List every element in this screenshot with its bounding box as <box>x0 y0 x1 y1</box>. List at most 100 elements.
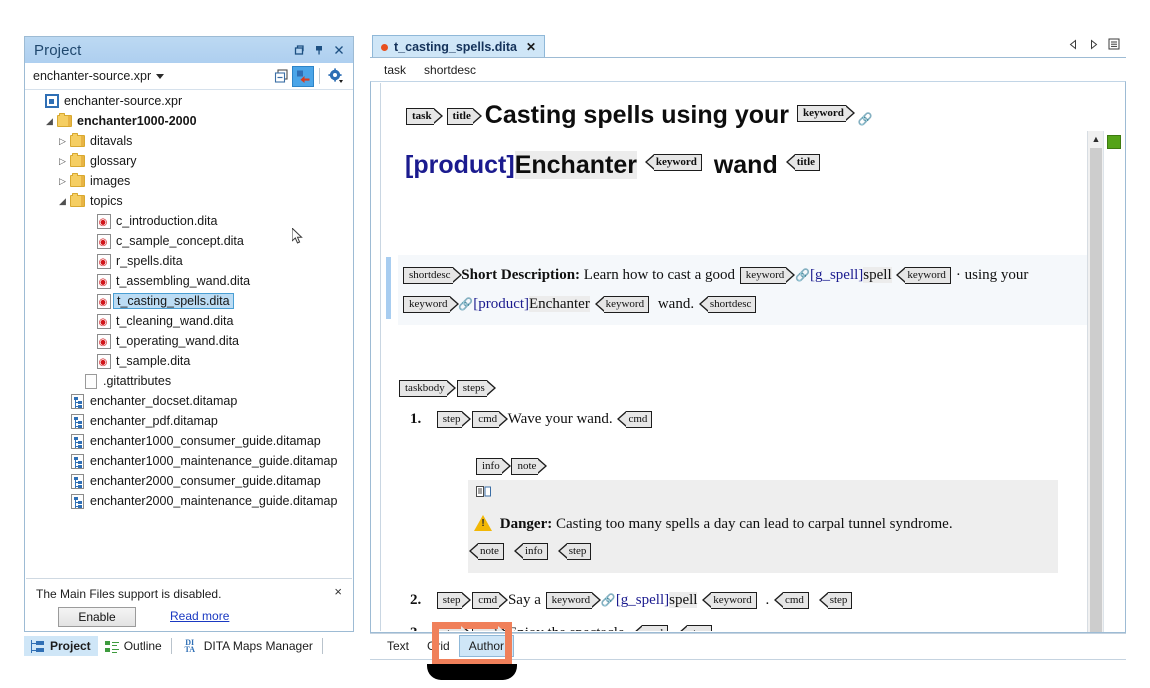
project-tree[interactable]: enchanter-source.xpr◢enchanter1000-2000▷… <box>26 91 352 611</box>
tree-item-r-spells-dita[interactable]: ◉r_spells.dita <box>26 251 352 271</box>
note-label: Danger: <box>500 516 553 532</box>
tag-close-keyword-step2[interactable]: keyword <box>711 592 757 609</box>
tag-open-shortdesc[interactable]: shortdesc <box>403 267 453 284</box>
tag-close-title[interactable]: title <box>795 154 820 171</box>
tag-close-cmd-1[interactable]: cmd <box>626 411 652 428</box>
tag-close-info[interactable]: info <box>523 543 548 560</box>
tree-item-enchanter1000-maintenance-guide-ditamap[interactable]: enchanter1000_maintenance_guide.ditamap <box>26 451 352 471</box>
twisty-expanded-icon[interactable]: ◢ <box>56 196 69 207</box>
tree-item-t-sample-dita[interactable]: ◉t_sample.dita <box>26 351 352 371</box>
tag-open-keyword-sd-1[interactable]: keyword <box>740 267 787 284</box>
document-tab-t-casting-spells[interactable]: t_casting_spells.dita ✕ <box>372 35 545 58</box>
read-more-link[interactable]: Read more <box>170 609 229 623</box>
tag-open-info[interactable]: info <box>476 458 502 475</box>
notice-close-icon[interactable]: × <box>334 584 342 599</box>
tag-close-step-2[interactable]: step <box>828 592 853 609</box>
author-canvas[interactable]: task title Casting spells using your key… <box>372 83 1096 631</box>
settings-gear-icon[interactable] <box>325 66 347 87</box>
breadcrumb-item-shortdesc[interactable]: shortdesc <box>424 63 476 77</box>
tag-open-task[interactable]: task <box>406 108 434 125</box>
tree-item-glossary[interactable]: ▷glossary <box>26 151 352 171</box>
view-tab-project[interactable]: Project <box>24 636 98 656</box>
tag-close-cmd-3[interactable]: cmd <box>642 625 668 631</box>
tag-open-cmd-3[interactable]: cmd <box>472 625 499 631</box>
tag-close-keyword-title[interactable]: keyword <box>654 154 702 171</box>
tag-open-step-3[interactable]: step <box>437 625 463 631</box>
tree-item-t-cleaning-wand-dita[interactable]: ◉t_cleaning_wand.dita <box>26 311 352 331</box>
tag-open-cmd-2[interactable]: cmd <box>472 592 499 609</box>
view-tab-outline[interactable]: Outline <box>98 636 169 656</box>
tag-open-taskbody[interactable]: taskbody <box>399 380 447 397</box>
tag-open-keyword-sd-2[interactable]: keyword <box>403 296 450 313</box>
editor-tab-text[interactable]: Text <box>378 636 418 656</box>
author-vertical-scrollbar[interactable]: ▲ ▼ <box>1087 131 1104 633</box>
tag-close-cmd-2[interactable]: cmd <box>783 592 809 609</box>
tag-open-keyword-title[interactable]: keyword <box>797 105 846 122</box>
tag-open-step-2[interactable]: step <box>437 592 463 609</box>
tree-item-t-casting-spells-dita[interactable]: ◉t_casting_spells.dita <box>26 291 352 311</box>
previous-tab-icon[interactable] <box>1068 37 1079 55</box>
enable-main-files-button[interactable]: Enable <box>58 607 136 627</box>
breadcrumb-item-task[interactable]: task <box>384 63 406 77</box>
tag-close-keyword-sd-2[interactable]: keyword <box>604 296 650 313</box>
project-selector-combo[interactable]: enchanter-source.xpr <box>33 69 270 83</box>
tag-open-step-1[interactable]: step <box>437 411 463 428</box>
tree-item-ditavals[interactable]: ▷ditavals <box>26 131 352 151</box>
tag-close-step-1[interactable]: step <box>567 543 592 560</box>
step-3[interactable]: 3. step cmd Enjoy the spectacle. cmd ste… <box>410 625 717 631</box>
tree-item-enchanter1000-2000[interactable]: ◢enchanter1000-2000 <box>26 111 352 131</box>
tree-item--gitattributes[interactable]: .gitattributes <box>26 371 352 391</box>
tag-open-title[interactable]: title <box>447 108 473 125</box>
tree-item-t-operating-wand-dita[interactable]: ◉t_operating_wand.dita <box>26 331 352 351</box>
note-block[interactable]: Danger: Casting too many spells a day ca… <box>468 480 1058 573</box>
tab-close-icon[interactable]: ✕ <box>526 40 536 54</box>
main-files-notice: The Main Files support is disabled. × En… <box>26 578 352 630</box>
next-tab-icon[interactable] <box>1088 37 1099 55</box>
validation-status-badge[interactable] <box>1107 135 1121 149</box>
step-1[interactable]: 1. step cmd Wave your wand. cmd <box>410 411 657 428</box>
scroll-up-arrow-icon[interactable]: ▲ <box>1088 131 1104 147</box>
keyref-link-icon-sd-1[interactable]: 🔗 <box>795 268 810 282</box>
keyref-link-icon[interactable]: 🔗 <box>858 112 873 126</box>
tag-close-shortdesc[interactable]: shortdesc <box>708 296 757 313</box>
collapse-all-icon[interactable] <box>270 66 292 87</box>
tree-item-enchanter1000-consumer-guide-ditamap[interactable]: enchanter1000_consumer_guide.ditamap <box>26 431 352 451</box>
twisty-expanded-icon[interactable]: ◢ <box>43 116 56 127</box>
tree-item-topics[interactable]: ◢topics <box>26 191 352 211</box>
keyref-link-icon-sd-2[interactable]: 🔗 <box>458 297 473 311</box>
tree-item-enchanter-docset-ditamap[interactable]: enchanter_docset.ditamap <box>26 391 352 411</box>
tree-item-enchanter-source-xpr[interactable]: enchanter-source.xpr <box>26 91 352 111</box>
tag-close-note[interactable]: note <box>478 543 504 560</box>
keyref-link-icon-step2[interactable]: 🔗 <box>601 593 616 607</box>
tree-item-images[interactable]: ▷images <box>26 171 352 191</box>
twisty-collapsed-icon[interactable]: ▷ <box>56 176 69 187</box>
editor-tab-author[interactable]: Author <box>459 635 514 657</box>
insert-image-icon[interactable] <box>476 485 491 503</box>
pin-icon[interactable] <box>309 40 329 60</box>
twisty-collapsed-icon[interactable]: ▷ <box>56 156 69 167</box>
tag-open-note[interactable]: note <box>511 458 538 475</box>
author-view[interactable]: task title Casting spells using your key… <box>370 81 1126 633</box>
tag-open-cmd-1[interactable]: cmd <box>472 411 499 428</box>
tag-open-steps[interactable]: steps <box>457 380 487 397</box>
tag-open-keyword-step2[interactable]: keyword <box>546 592 593 609</box>
editor-tab-grid[interactable]: Grid <box>418 636 459 656</box>
restore-icon[interactable] <box>289 40 309 60</box>
link-with-editor-icon[interactable] <box>292 66 314 87</box>
tab-list-icon[interactable] <box>1108 37 1120 55</box>
step-2[interactable]: 2. step cmd Say a keyword 🔗[g_spell]spel… <box>410 592 857 609</box>
tag-close-keyword-sd-1[interactable]: keyword <box>905 267 951 284</box>
tree-item-enchanter2000-consumer-guide-ditamap[interactable]: enchanter2000_consumer_guide.ditamap <box>26 471 352 491</box>
view-tab-dita-maps-manager[interactable]: DITA DITA Maps Manager <box>174 636 320 656</box>
tree-item-t-assembling-wand-dita[interactable]: ◉t_assembling_wand.dita <box>26 271 352 291</box>
close-icon[interactable] <box>329 40 349 60</box>
shortdesc-keyword-text-2: Enchanter <box>529 296 590 312</box>
validation-strip[interactable]: ✖ ▲ ▼ <box>1103 131 1125 633</box>
tag-close-step-3[interactable]: step <box>687 625 712 631</box>
tree-item-enchanter-pdf-ditamap[interactable]: enchanter_pdf.ditamap <box>26 411 352 431</box>
twisty-collapsed-icon[interactable]: ▷ <box>56 136 69 147</box>
left-view-tabs: Project Outline DITA DITA Maps Manager <box>24 634 354 658</box>
shortdesc-block[interactable]: shortdesc Short Description: Learn how t… <box>398 255 1088 325</box>
scrollbar-thumb[interactable] <box>1090 148 1102 633</box>
tree-item-enchanter2000-maintenance-guide-ditamap[interactable]: enchanter2000_maintenance_guide.ditamap <box>26 491 352 511</box>
